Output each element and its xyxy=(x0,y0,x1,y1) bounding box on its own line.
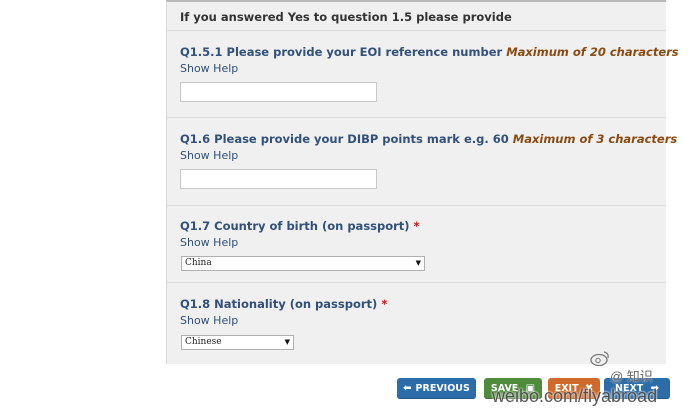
question-title: Q1.5.1 Please provide your EOI reference… xyxy=(180,45,679,59)
required-marker: * xyxy=(381,297,388,311)
eoi-reference-input[interactable] xyxy=(180,82,377,102)
country-of-birth-select[interactable]: China ▼ xyxy=(181,256,425,271)
selected-value: Chinese xyxy=(185,337,222,347)
form-panel: If you answered Yes to question 1.5 plea… xyxy=(166,0,679,364)
watermark-handle: @ 知识 xyxy=(610,369,653,384)
required-marker: * xyxy=(413,219,420,233)
arrow-left-icon: ⬅ xyxy=(403,383,412,394)
show-help-link[interactable]: Show Help xyxy=(180,236,666,249)
section-heading: If you answered Yes to question 1.5 plea… xyxy=(167,2,666,31)
question-dibp-points: Q1.6 Please provide your DIBP points mar… xyxy=(167,118,677,206)
question-title: Q1.8 Nationality (on passport) * xyxy=(180,297,666,311)
show-help-link[interactable]: Show Help xyxy=(180,149,666,162)
question-title: Q1.6 Please provide your DIBP points mar… xyxy=(180,132,677,146)
question-eoi-reference: Q1.5.1 Please provide your EOI reference… xyxy=(167,31,679,118)
previous-button[interactable]: ⬅ PREVIOUS xyxy=(397,378,476,399)
show-help-link[interactable]: Show Help xyxy=(180,314,666,327)
max-length-note: Maximum of 3 characters xyxy=(512,132,678,146)
dibp-points-input[interactable] xyxy=(180,169,377,189)
question-title: Q1.7 Country of birth (on passport) * xyxy=(180,219,666,233)
dropdown-arrow-icon: ▼ xyxy=(284,338,290,346)
question-label: Q1.7 Country of birth (on passport) xyxy=(180,219,410,233)
max-length-note: Maximum of 20 characters xyxy=(506,45,679,59)
question-label: Q1.6 Please provide your DIBP points mar… xyxy=(180,132,509,146)
dropdown-arrow-icon: ▼ xyxy=(415,259,421,267)
selected-value: China xyxy=(185,258,212,268)
show-help-link[interactable]: Show Help xyxy=(180,62,666,75)
watermark-text: weibo.com/flyabroad xyxy=(492,386,658,406)
question-country-of-birth: Q1.7 Country of birth (on passport) * Sh… xyxy=(167,206,666,283)
weibo-logo-icon xyxy=(590,351,609,366)
nationality-select[interactable]: Chinese ▼ xyxy=(181,335,294,350)
previous-label: PREVIOUS xyxy=(415,383,470,394)
question-label: Q1.5.1 Please provide your EOI reference… xyxy=(180,45,503,59)
question-label: Q1.8 Nationality (on passport) xyxy=(180,297,378,311)
